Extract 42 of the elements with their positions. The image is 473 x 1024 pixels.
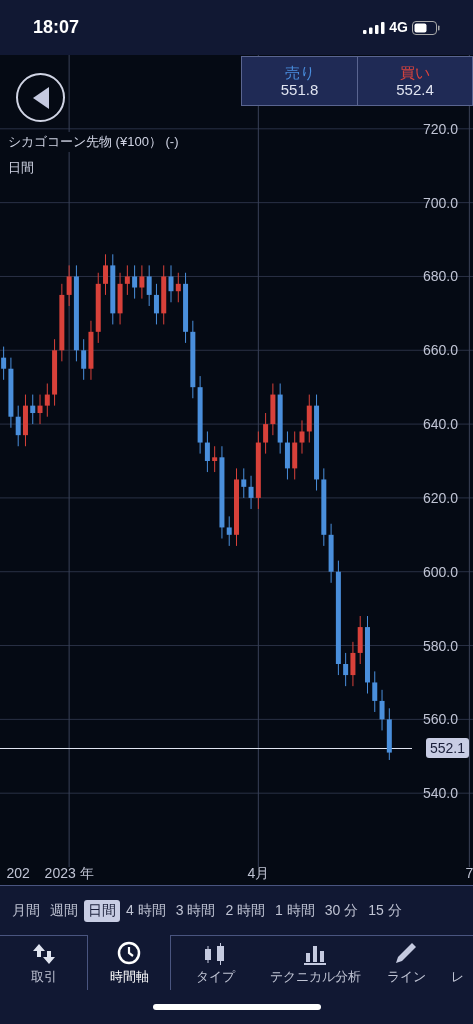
axis-label: 202 [6, 865, 30, 881]
timeframe-tab[interactable]: 2 時間 [221, 899, 270, 922]
candle [103, 253, 108, 296]
toolbar-tab[interactable]: レ [441, 935, 473, 990]
axis-label: 700.0 [422, 194, 458, 211]
timeframe-tab[interactable]: 4 時間 [122, 899, 170, 922]
axis-label: 680.0 [422, 268, 458, 285]
clock-icon [117, 940, 141, 965]
signal-icon [363, 21, 386, 34]
timeframe-tab[interactable]: 日間 [84, 899, 120, 922]
axis-label: 640.0 [422, 416, 458, 433]
network-label: 4G [389, 18, 408, 37]
timeframe-tab[interactable]: 週間 [46, 899, 82, 922]
toolbar-tab[interactable]: ライン [371, 935, 441, 990]
back-button[interactable] [16, 73, 65, 122]
toolbar-tab[interactable]: テクニカル分析 [259, 935, 371, 990]
chart-title: シカゴコーン先物 (¥100） (-) [8, 132, 179, 152]
axis-label: 540.0 [422, 785, 458, 802]
timeframe-tab[interactable]: 3 時間 [171, 899, 220, 922]
axis-label: 560.0 [422, 711, 458, 728]
timeframe-tab[interactable]: 1 時間 [271, 899, 319, 922]
pencil-icon [394, 940, 418, 965]
axis-label: 7 [465, 865, 473, 881]
axis-label: 580.0 [422, 637, 458, 654]
axis-label: 2023 年 [44, 865, 94, 881]
up-down-arrows-icon [30, 942, 57, 965]
buy-button[interactable]: 買い 552.4 [358, 57, 472, 105]
axis-label: 620.0 [422, 489, 458, 506]
clock-time: 18:07 [33, 16, 80, 39]
timeframe-tab[interactable]: 15 分 [364, 899, 406, 922]
timeframe-tab[interactable]: 月間 [8, 899, 44, 922]
axis-label: 660.0 [422, 342, 458, 359]
current-price-label: 552.1 [425, 738, 469, 758]
timeframe-tab[interactable]: 30 分 [320, 899, 363, 922]
candlestick-icon [203, 942, 227, 965]
toolbar-tab[interactable]: 時間軸 [87, 935, 171, 990]
axis-label: 600.0 [422, 563, 458, 580]
axis-label: 4月 [247, 865, 270, 881]
axis-label: 720.0 [422, 120, 458, 137]
toolbar-tab[interactable]: タイプ [171, 935, 259, 990]
battery-icon [412, 20, 440, 35]
sell-button[interactable]: 売り 551.8 [242, 57, 358, 105]
